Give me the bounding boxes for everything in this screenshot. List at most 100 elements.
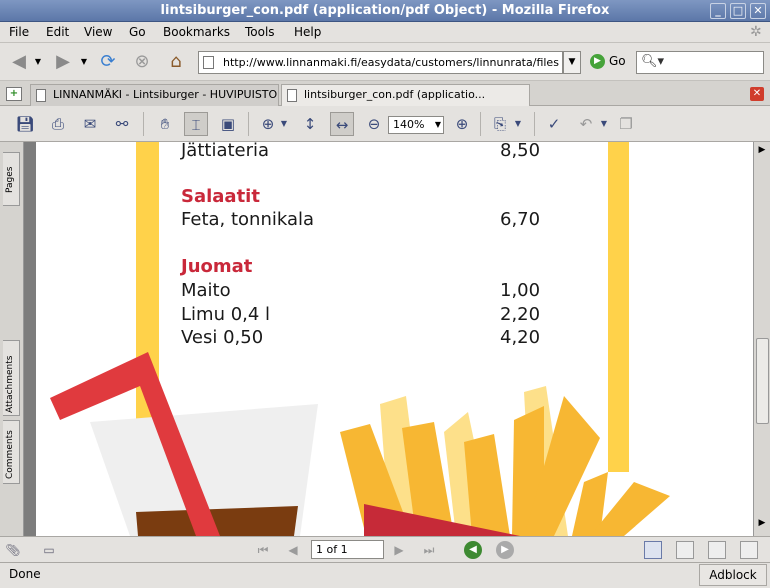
menu-item-name: Feta, tonnikala [181,209,315,230]
page-layout-dropdown-icon[interactable]: ▼ [512,112,524,136]
tab-label: lintsiburger_con.pdf (applicatio... [304,88,486,101]
single-page-layout-icon[interactable] [644,541,662,559]
new-tab-icon[interactable]: + [6,87,22,101]
previous-page-icon[interactable]: ◀ [284,541,302,559]
forward-arrow-icon[interactable]: ▶ [50,49,76,75]
go-button[interactable]: ▶ Go [590,54,626,69]
first-page-icon[interactable]: ⏮ [254,541,272,559]
tab-linnanmaki[interactable]: LINNANMÄKI - Lintsiburger - HUVIPUISTO [30,84,279,106]
home-icon[interactable]: ⌂ [163,49,189,75]
menu-view[interactable]: View [84,25,112,39]
status-bar: Done Adblock [0,562,770,588]
menu-item-price: 1,00 [500,280,541,301]
pdf-document-view[interactable]: Jättiateria 8,50 Salaatit Feta, tonnikal… [24,142,753,536]
menu-illustration [50,142,670,536]
undo-dropdown-icon[interactable]: ▼ [598,112,610,136]
page-icon [287,89,297,102]
attachment-clip-icon[interactable]: 📎︎ [4,541,22,559]
scroll-down-icon[interactable]: ▶ [757,518,767,532]
menu-section-heading: Salaatit [181,186,260,207]
spellcheck-icon[interactable]: ✓ [542,112,566,136]
window-title-bar: lintsiburger_con.pdf (application/pdf Ob… [0,0,770,22]
tab-label: LINNANMÄKI - Lintsiburger - HUVIPUISTO [53,88,278,101]
menu-item-name: Limu 0,4 l [181,304,271,325]
menu-item-price: 8,50 [500,142,541,161]
toggle-sidebar-icon[interactable]: ▭ [40,541,58,559]
page-icon [36,89,46,102]
tab-bar: + LINNANMÄKI - Lintsiburger - HUVIPUISTO… [0,81,770,107]
zoom-in-icon[interactable]: ⊕ [450,112,474,136]
menu-item-price: 2,20 [500,304,541,325]
page-number-field[interactable]: 1 of 1 [311,540,384,559]
vertical-scrollbar[interactable]: ▶ ▶ [753,142,770,536]
close-tab-icon[interactable]: ✕ [750,87,764,101]
snapshot-icon[interactable]: ▣ [216,112,240,136]
minimize-button[interactable]: _ [710,3,726,19]
fries-orange-3 [464,434,510,536]
undo-icon[interactable]: ↶ [574,112,598,136]
zoom-level-select[interactable]: 140% ▼ [388,116,444,134]
scrollbar-thumb[interactable] [756,338,769,424]
hand-tool-icon[interactable]: ✋︎ [153,112,177,136]
reload-icon[interactable]: ⟳ [95,49,121,75]
continuous-facing-layout-icon[interactable] [740,541,758,559]
menu-section-heading: Juomat [181,256,253,277]
menu-help[interactable]: Help [294,25,321,39]
facing-layout-icon[interactable] [708,541,726,559]
page-icon [203,56,214,69]
fit-height-icon[interactable]: ↕ [298,112,322,136]
print-icon[interactable]: ⎙ [46,112,70,136]
side-tab-pages[interactable]: Pages [3,152,20,206]
search-engine-icon[interactable]: 🔍︎▾ [641,54,664,69]
adblock-label: Adblock [709,568,757,582]
menu-file[interactable]: File [9,25,29,39]
back-dropdown-icon[interactable]: ▼ [32,49,44,75]
menu-bookmarks[interactable]: Bookmarks [163,25,230,39]
search-binoculars-icon[interactable]: ⚯ [110,112,134,136]
zoom-out-icon[interactable]: ⊖ [362,112,386,136]
copy-icon[interactable]: ❐ [614,112,638,136]
separator [143,112,144,136]
menu-item-price: 6,70 [500,209,541,230]
back-view-icon[interactable]: ◀ [464,541,482,559]
menu-go[interactable]: Go [129,25,146,39]
side-panel: Pages Attachments Comments [0,142,24,536]
fit-width-icon[interactable]: ↔ [330,112,354,136]
window-title: lintsiburger_con.pdf (application/pdf Ob… [160,3,610,18]
side-tab-pages-label: Pages [5,166,15,193]
adblock-button[interactable]: Adblock [699,564,767,586]
pdf-toolbar: 💾︎ ⎙ ✉ ⚯ ✋︎ ⌶ ▣ ⊕ ▼ ↕ ↔ ⊖ 140% ▼ ⊕ ⎘ ▼ ✓ … [0,106,770,142]
menu-item-price: 4,20 [500,327,541,348]
stop-icon[interactable]: ⊗ [129,49,155,75]
side-tab-comments[interactable]: Comments [3,420,20,484]
maximize-button[interactable]: □ [730,3,746,19]
url-history-dropdown[interactable]: ▼ [563,51,581,74]
last-page-icon[interactable]: ⏭ [420,541,438,559]
menu-edit[interactable]: Edit [46,25,69,39]
side-tab-attachments-label: Attachments [5,355,15,413]
forward-dropdown-icon[interactable]: ▼ [78,49,90,75]
zoom-tool-icon[interactable]: ⊕ [256,112,280,136]
menu-bar: File Edit View Go Bookmarks Tools Help ✲ [0,22,770,43]
pdf-page-navigation: 📎︎ ▭ ⏮ ◀ 1 of 1 ▶ ⏭ ◀ ▶ [0,536,770,562]
search-input[interactable]: 🔍︎▾ [636,51,764,74]
next-page-icon[interactable]: ▶ [390,541,408,559]
forward-view-icon[interactable]: ▶ [496,541,514,559]
side-tab-comments-label: Comments [5,430,15,479]
separator [248,112,249,136]
back-arrow-icon[interactable]: ◀ [6,49,32,75]
go-arrow-icon: ▶ [590,54,605,69]
continuous-layout-icon[interactable] [676,541,694,559]
select-text-icon[interactable]: ⌶ [184,112,208,136]
zoom-tool-dropdown-icon[interactable]: ▼ [278,112,290,136]
save-icon[interactable]: 💾︎ [13,112,37,136]
side-tab-attachments[interactable]: Attachments [3,340,20,416]
scroll-up-icon[interactable]: ▶ [757,145,767,159]
tab-lintsiburger-pdf[interactable]: lintsiburger_con.pdf (applicatio... [281,84,530,107]
menu-tools[interactable]: Tools [245,25,275,39]
email-icon[interactable]: ✉ [78,112,102,136]
status-text: Done [9,567,41,581]
close-window-button[interactable]: ✕ [750,3,766,19]
page-layout-icon[interactable]: ⎘ [488,112,512,136]
url-bar[interactable]: http://www.linnanmaki.fi/easydata/custom… [198,51,563,74]
